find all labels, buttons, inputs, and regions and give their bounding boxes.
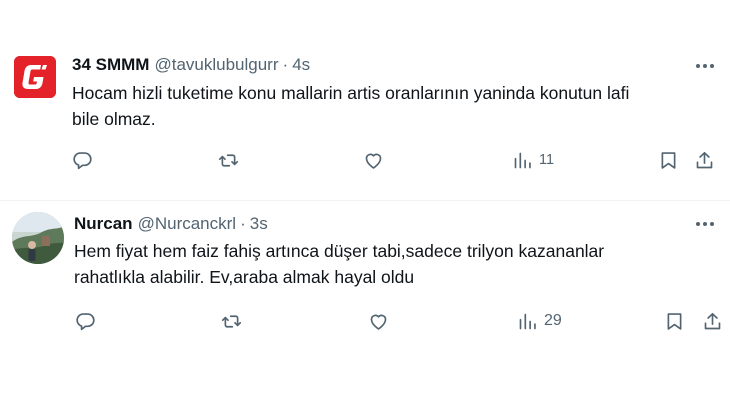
views-chart-icon (514, 152, 531, 168)
timestamp[interactable]: 4s (292, 55, 310, 75)
views-button[interactable]: 29 (517, 308, 562, 334)
more-horizontal-icon (696, 222, 714, 226)
profile-photo (12, 212, 64, 264)
timestamp[interactable]: 3s (250, 214, 268, 234)
tweet-text: Hem fiyat hem faiz fahiş artınca düşer t… (74, 238, 714, 290)
more-options-button[interactable] (694, 55, 716, 77)
tweet-text-line: bile olmaz. (72, 109, 156, 129)
reply-button[interactable] (75, 308, 96, 334)
views-button[interactable]: 11 (512, 147, 554, 173)
heart-icon (365, 153, 382, 169)
bookmark-icon (661, 151, 676, 169)
reply-icon (76, 312, 95, 330)
retweet-button[interactable] (218, 147, 239, 173)
views-chart-icon (519, 313, 536, 329)
tweet-header: 34 SMMM @tavuklubulgurr · 4s (72, 55, 310, 75)
bookmark-button[interactable] (658, 147, 679, 173)
display-name[interactable]: Nurcan (74, 214, 133, 234)
avatar[interactable] (12, 212, 64, 264)
retweet-icon (221, 314, 242, 328)
tweet[interactable]: 34 SMMM @tavuklubulgurr · 4s Hocam hizli… (0, 0, 730, 200)
share-icon (696, 151, 713, 168)
views-count: 11 (539, 152, 555, 168)
heart-icon (370, 314, 387, 330)
retweet-icon (218, 153, 239, 167)
tweet-text-line: Hocam hizli tuketime konu mallarin artis… (72, 83, 630, 103)
tweet-actions: 11 (0, 147, 730, 173)
logo-g-icon (14, 56, 56, 98)
separator-dot: · (282, 55, 289, 74)
tweet[interactable]: Nurcan @Nurcanckrl · 3s Hem fiyat hem fa… (0, 200, 730, 350)
like-button[interactable] (363, 147, 384, 173)
user-handle[interactable]: @tavuklubulgurr (154, 55, 278, 75)
share-button[interactable] (694, 147, 715, 173)
more-options-button[interactable] (694, 213, 716, 235)
share-button[interactable] (702, 308, 723, 334)
tweet-text-line: Hem fiyat hem faiz fahiş artınca düşer t… (74, 241, 605, 261)
tweet-actions: 29 (0, 308, 730, 334)
tweet-text-line: rahatlıkla alabilir. Ev,araba almak haya… (74, 267, 415, 287)
reply-button[interactable] (72, 147, 93, 173)
tweet-header: Nurcan @Nurcanckrl · 3s (74, 214, 268, 234)
views-count: 29 (544, 312, 562, 329)
avatar[interactable] (14, 56, 56, 98)
reply-icon (73, 151, 92, 169)
display-name[interactable]: 34 SMMM (72, 55, 149, 75)
bookmark-button[interactable] (664, 308, 685, 334)
like-button[interactable] (368, 308, 389, 334)
user-handle[interactable]: @Nurcanckrl (138, 214, 237, 234)
separator-dot: · (240, 214, 246, 233)
tweet-text: Hocam hizli tuketime konu mallarin artis… (72, 80, 712, 132)
share-icon (704, 312, 721, 329)
retweet-button[interactable] (221, 308, 242, 334)
more-horizontal-icon (696, 64, 714, 68)
bookmark-icon (667, 312, 682, 330)
